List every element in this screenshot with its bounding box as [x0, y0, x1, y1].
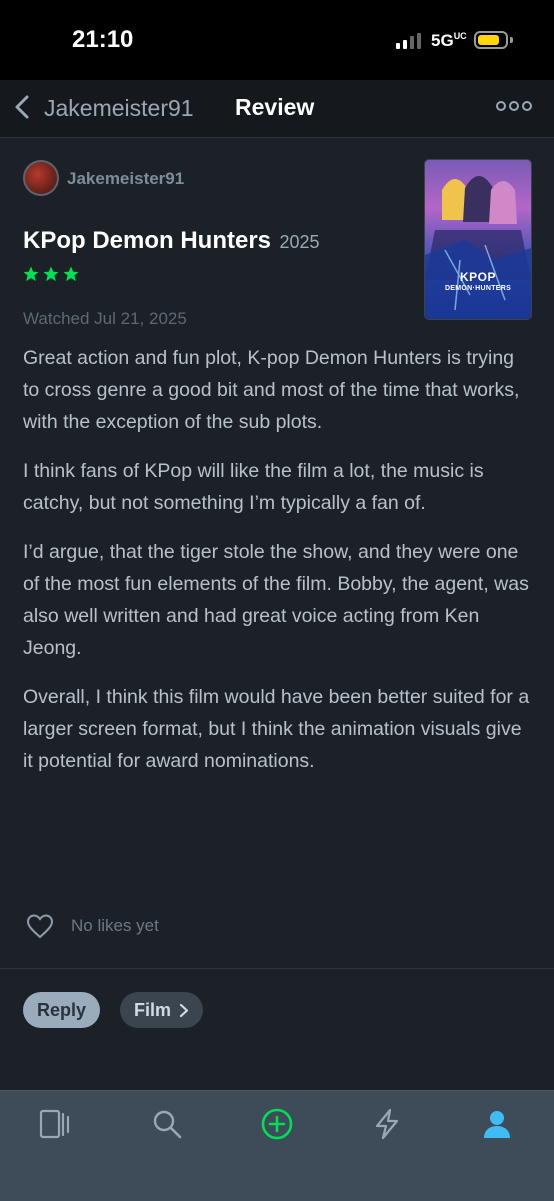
poster-logo: KPOP DEMON·HUNTERS	[444, 270, 512, 292]
film-poster[interactable]: KPOP DEMON·HUNTERS	[425, 160, 531, 319]
signal-icon	[396, 33, 421, 49]
film-title-row[interactable]: KPop Demon Hunters 2025	[23, 227, 320, 255]
film-button[interactable]: Film	[120, 992, 204, 1028]
profile-icon[interactable]	[480, 1107, 514, 1141]
divider	[0, 968, 554, 969]
watched-date: Watched Jul 21, 2025	[23, 309, 187, 328]
review-paragraph: Great action and fun plot, K-pop Demon H…	[23, 347, 520, 433]
review-paragraph: I think fans of KPop will like the film …	[23, 460, 484, 514]
film-button-label: Film	[134, 1000, 172, 1020]
activity-icon[interactable]	[370, 1107, 404, 1141]
heart-icon[interactable]	[26, 913, 54, 939]
star-icon	[63, 266, 79, 282]
star-rating	[22, 265, 80, 283]
add-icon[interactable]	[260, 1107, 294, 1141]
back-chevron-icon[interactable]	[10, 92, 36, 122]
reply-button[interactable]: Reply	[23, 992, 101, 1028]
star-icon	[23, 266, 39, 282]
back-button[interactable]: Jakemeister91	[44, 95, 194, 122]
network-label: 5GUC	[431, 31, 467, 50]
search-icon[interactable]	[150, 1107, 184, 1141]
tab-bar	[0, 1090, 554, 1201]
status-time: 21:10	[72, 26, 134, 53]
review-text: Great action and fun plot, K-pop Demon H…	[23, 342, 535, 794]
likes-text: No likes yet	[71, 916, 159, 935]
author-avatar[interactable]	[23, 160, 59, 196]
likes-row: No likes yet	[26, 913, 159, 939]
film-title[interactable]: KPop Demon Hunters	[23, 227, 271, 254]
page-title: Review	[235, 94, 315, 120]
battery-icon	[474, 31, 508, 49]
chevron-right-icon	[179, 1003, 189, 1017]
poster-artwork	[425, 176, 531, 319]
star-icon	[43, 266, 59, 282]
nav-header: Jakemeister91 Review	[0, 80, 554, 138]
battery-tip	[510, 37, 513, 43]
more-options-icon[interactable]	[496, 99, 532, 113]
review-paragraph: Overall, I think this film would have be…	[23, 686, 530, 772]
status-bar: 21:10 5GUC	[0, 0, 554, 80]
review-paragraph: I’d argue, that the tiger stole the show…	[23, 541, 529, 659]
film-year: 2025	[279, 232, 320, 252]
films-icon[interactable]	[38, 1107, 72, 1141]
author-name[interactable]: Jakemeister91	[67, 169, 184, 189]
